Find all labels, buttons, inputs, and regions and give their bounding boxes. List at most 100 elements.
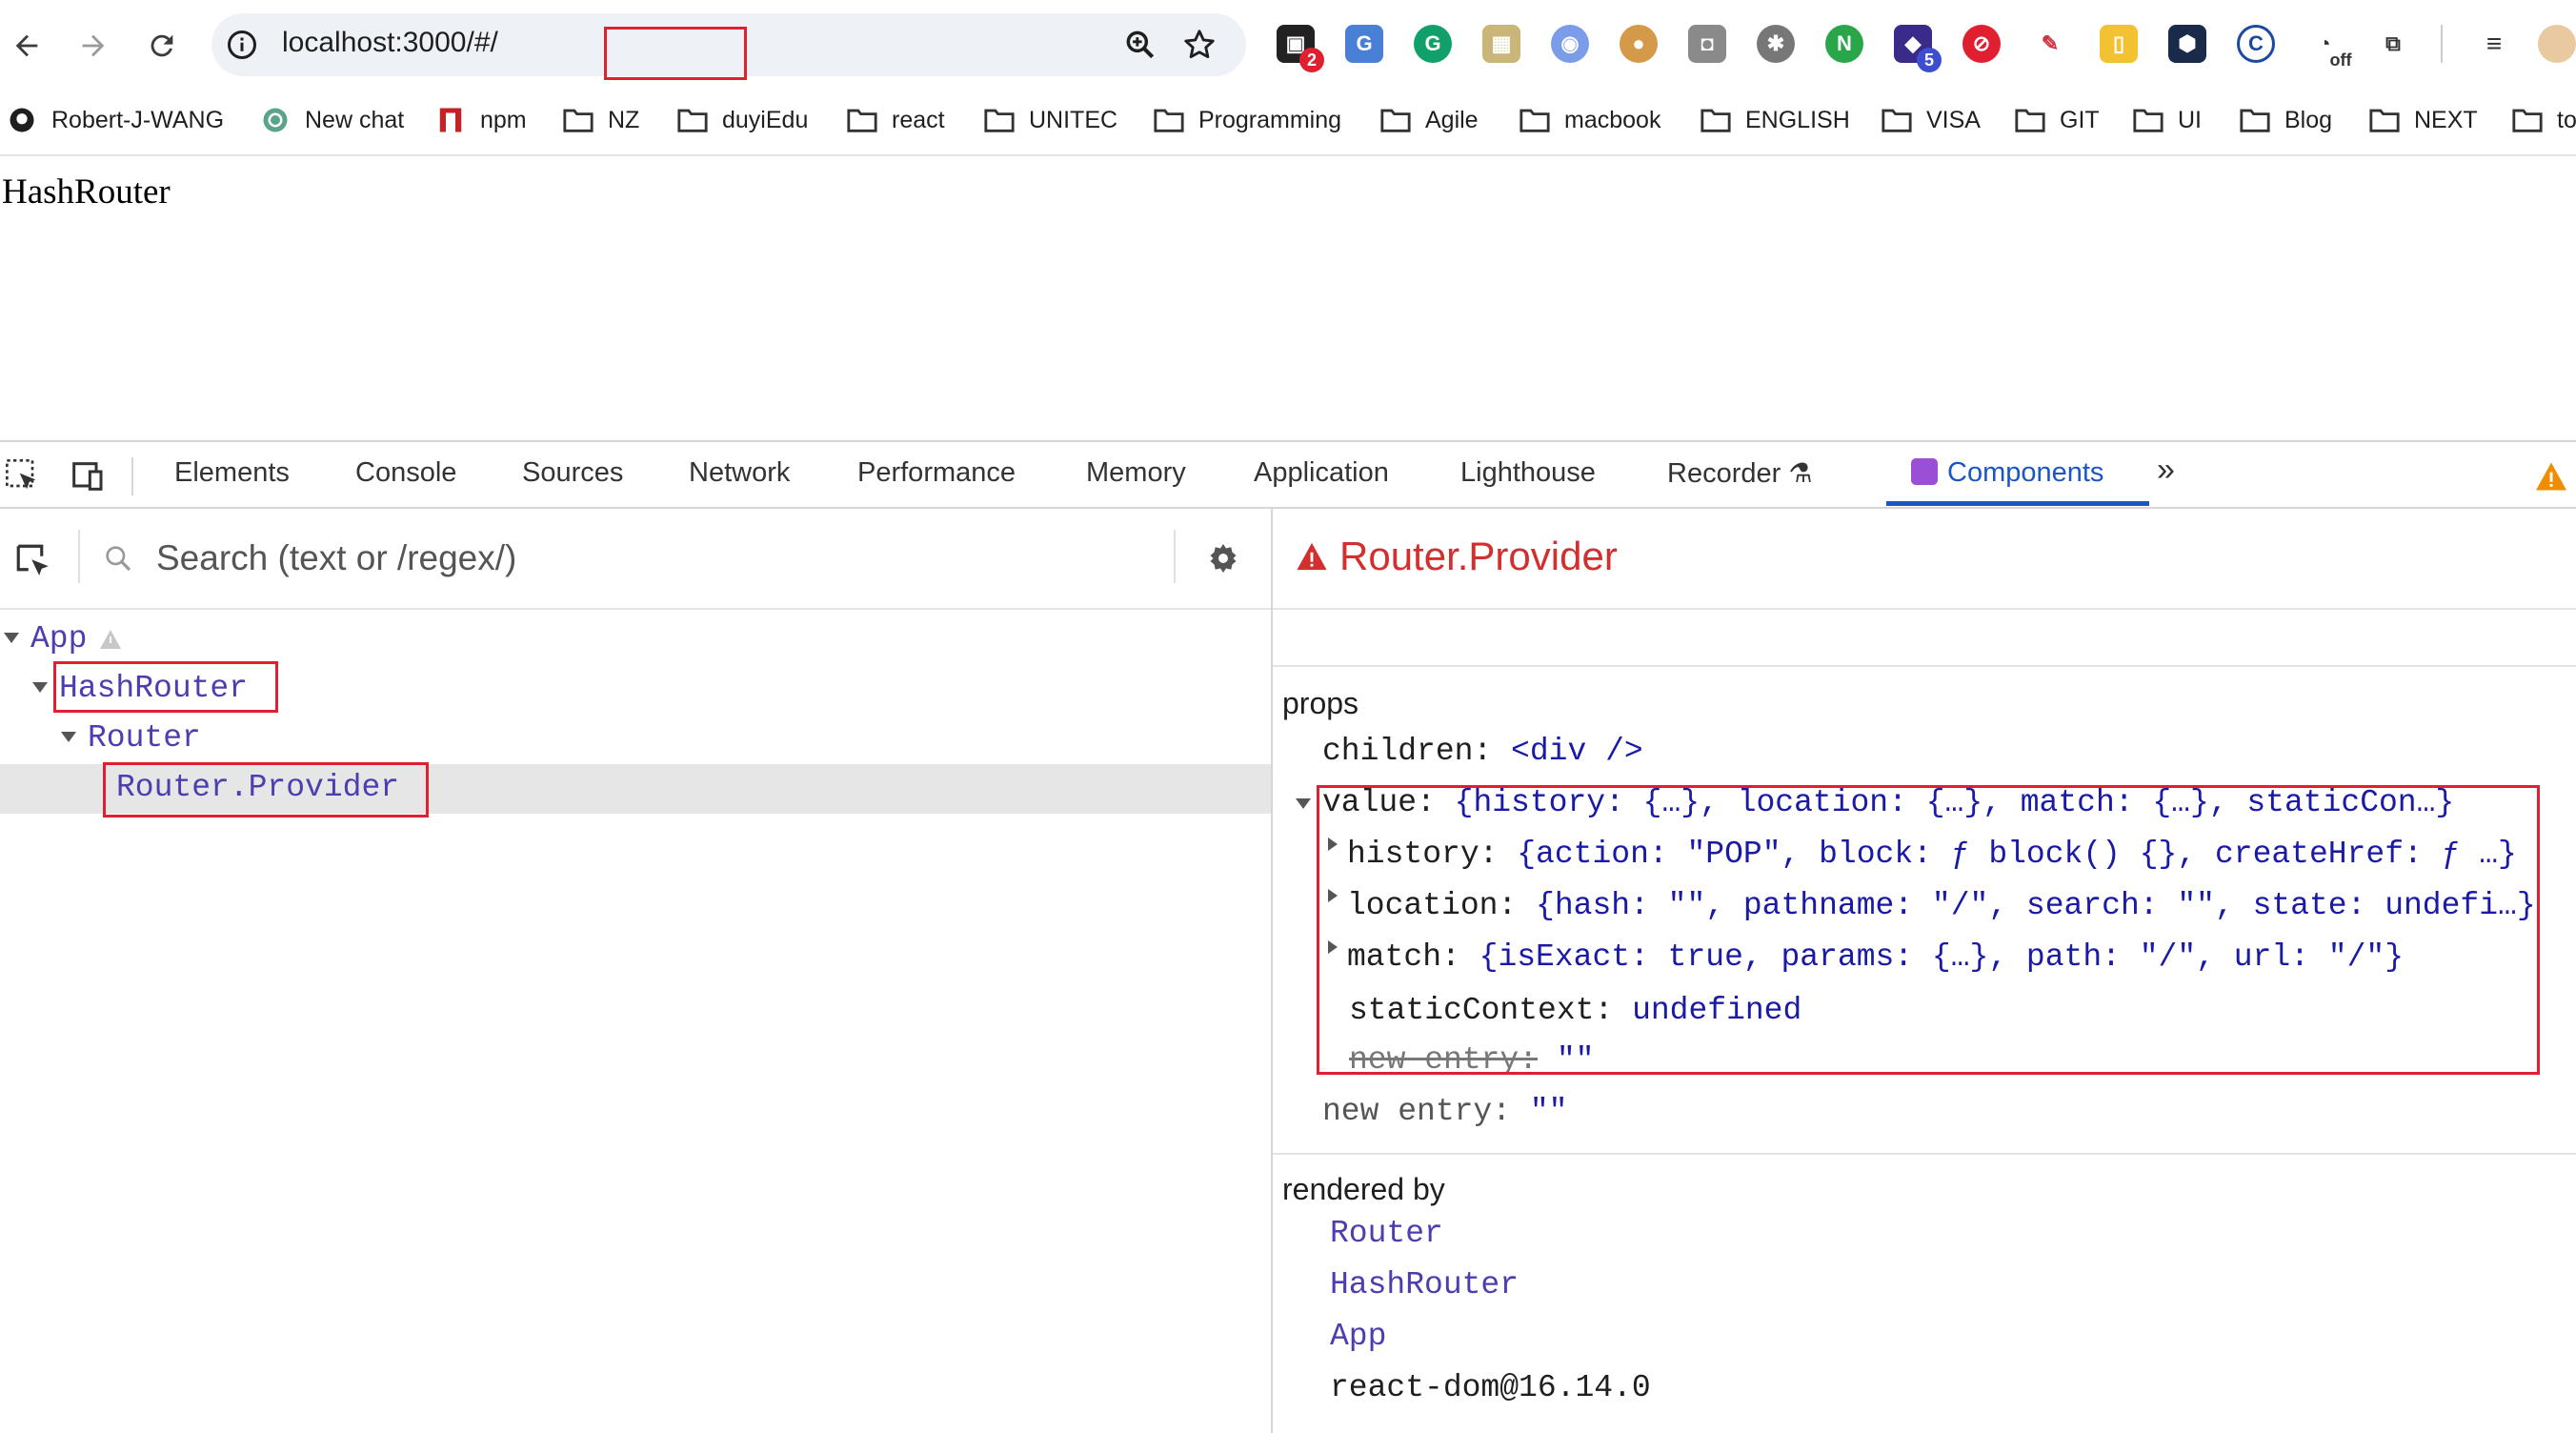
tab-sources[interactable]: Sources <box>522 457 623 489</box>
tab-memory[interactable]: Memory <box>1086 457 1186 489</box>
bookmark-folder-visa[interactable]: VISA <box>1881 101 1981 139</box>
url-port-hash: :3000/#/ <box>394 27 498 58</box>
openai-icon <box>263 108 288 132</box>
warning-icon[interactable] <box>2534 461 2568 492</box>
tree-row-app[interactable]: App <box>0 616 1271 665</box>
expand-triangle-icon[interactable] <box>61 732 76 742</box>
expand-triangle-icon[interactable] <box>4 633 19 643</box>
back-button[interactable] <box>4 23 50 69</box>
device-toolbar-icon[interactable] <box>67 457 107 495</box>
prop-value: <div /> <box>1511 734 1643 769</box>
tab-network[interactable]: Network <box>689 457 790 489</box>
tab-components-label: Components <box>1947 457 2104 488</box>
inspected-component-title: Router.Provider <box>1339 534 1618 578</box>
url-text[interactable]: localhost:3000/#/ <box>282 27 498 59</box>
search-divider <box>1174 530 1176 583</box>
bookmark-robert-j-wang[interactable]: Robert-J-WANG <box>6 101 224 139</box>
tab-recorder[interactable]: Recorder ⚗ <box>1667 457 1812 490</box>
n-extension-icon[interactable]: N <box>1825 25 1863 63</box>
bookmark-folder-duyiedu[interactable]: duyiEdu <box>676 101 808 139</box>
rendered-by-router[interactable]: Router <box>1330 1216 1443 1251</box>
cookie-extension-icon[interactable]: ● <box>1620 25 1658 63</box>
info-icon[interactable] <box>225 28 259 62</box>
hex-extension-icon[interactable]: ⬢ <box>2168 25 2206 63</box>
bookmark-folder-blog[interactable]: Blog <box>2239 101 2332 139</box>
tree-row-router[interactable]: Router <box>0 715 1271 764</box>
rendered-by-hashrouter[interactable]: HashRouter <box>1330 1267 1519 1302</box>
bookmark-label: New chat <box>305 106 405 133</box>
warning-icon <box>100 630 121 649</box>
address-bar[interactable]: localhost:3000/#/ <box>211 13 1246 80</box>
bookmark-folder-programming[interactable]: Programming <box>1153 101 1341 139</box>
rendered-by-app[interactable]: App <box>1330 1319 1386 1354</box>
bookmark-folder-git[interactable]: GIT <box>2014 101 2100 139</box>
inspect-element-icon[interactable] <box>4 457 42 495</box>
prop-new-entry[interactable]: new entry: "" <box>1322 1094 1567 1129</box>
tab-components[interactable]: Components <box>1911 457 2103 489</box>
component-search-bar <box>0 509 1271 610</box>
tab-lighthouse[interactable]: Lighthouse <box>1460 457 1596 489</box>
bookmark-folder-react[interactable]: react <box>846 101 945 139</box>
forward-button[interactable] <box>70 23 116 69</box>
flask-icon: ⚗ <box>1788 458 1813 488</box>
bookmark-label: UNITEC <box>1029 106 1118 133</box>
devtools-panel: Elements Console Sources Network Perform… <box>0 440 2576 1433</box>
bookmark-folder-english[interactable]: ENGLISH <box>1700 101 1850 139</box>
extension-15-badge: off <box>2328 48 2353 72</box>
red-extension-icon[interactable]: ⊘ <box>1962 25 2001 63</box>
reload-button[interactable] <box>139 23 185 69</box>
extension-1-icon[interactable]: ▣ 2 <box>1277 25 1324 72</box>
settings-gear-icon[interactable] <box>1206 541 1240 575</box>
tab-performance[interactable]: Performance <box>857 457 1016 489</box>
off-extension-icon[interactable]: ◔ off <box>2305 25 2353 72</box>
tab-application[interactable]: Application <box>1254 457 1389 489</box>
more-tabs-icon[interactable]: » <box>2157 452 2175 489</box>
extension-7-badge: 5 <box>1917 48 1942 72</box>
bookmark-label: macbook <box>1564 106 1661 133</box>
bug-extension-icon[interactable]: ✱ <box>1757 25 1795 63</box>
bookmark-folder-unitec[interactable]: UNITEC <box>983 101 1117 139</box>
bookmark-star-icon[interactable] <box>1181 27 1218 63</box>
bookmark-folder-macbook[interactable]: macbook <box>1519 101 1660 139</box>
prop-children[interactable]: children: <div /> <box>1322 734 1643 769</box>
tab-elements[interactable]: Elements <box>174 457 290 489</box>
arrow-left-icon <box>15 34 38 57</box>
folder-icon <box>1882 109 1912 132</box>
c-extension-icon[interactable]: C <box>2237 25 2275 63</box>
select-component-icon[interactable] <box>13 541 53 581</box>
collapse-triangle-icon[interactable] <box>1296 798 1311 809</box>
yellow-extension-icon[interactable]: ▯ <box>2100 25 2138 63</box>
router-provider-highlight-box <box>103 762 429 817</box>
profile-avatar[interactable] <box>2538 25 2576 63</box>
extensions-puzzle-icon[interactable]: ⧉ <box>2374 25 2412 63</box>
bookmark-folder-nz[interactable]: NZ <box>562 101 639 139</box>
zoom-icon[interactable] <box>1122 27 1158 63</box>
value-prop-highlight-box <box>1317 785 2540 1075</box>
image-extension-icon[interactable]: ▦ <box>1482 25 1520 63</box>
component-search-input[interactable] <box>154 534 1168 583</box>
bookmark-label: to <box>2557 106 2576 133</box>
reading-list-icon[interactable]: ≡ <box>2475 25 2513 63</box>
tree-label: Router <box>88 720 201 756</box>
tab-console[interactable]: Console <box>355 457 456 489</box>
bookmark-label: react <box>892 106 945 133</box>
bookmark-new-chat[interactable]: New chat <box>259 101 404 139</box>
bookmark-folder-agile[interactable]: Agile <box>1379 101 1479 139</box>
colorpicker-extension-icon[interactable]: ✎ <box>2031 25 2069 63</box>
translate-extension-icon[interactable]: G <box>1345 25 1383 63</box>
bookmark-npm[interactable]: npm <box>434 101 527 139</box>
search-extension-icon[interactable]: ◉ <box>1551 25 1589 63</box>
grammarly-extension-icon[interactable]: G <box>1414 25 1452 63</box>
rendered-by-react-dom: react-dom@16.14.0 <box>1330 1370 1651 1405</box>
page-heading: HashRouter <box>2 172 171 212</box>
bookmark-folder-next[interactable]: NEXT <box>2368 101 2478 139</box>
camera-extension-icon[interactable]: ◘ <box>1688 25 1726 63</box>
url-highlight-box <box>604 27 747 80</box>
bookmark-folder-ui[interactable]: UI <box>2132 101 2202 139</box>
bookmark-label: npm <box>480 106 527 133</box>
bookmarks-bar: Robert-J-WANG New chat npm NZ duyiEdu re… <box>0 91 2576 156</box>
expand-triangle-icon[interactable] <box>32 682 48 693</box>
graduation-extension-icon[interactable]: ◆ 5 <box>1894 25 1942 72</box>
bookmark-folder-to[interactable]: to <box>2511 101 2576 139</box>
bookmark-label: GIT <box>2060 106 2100 133</box>
